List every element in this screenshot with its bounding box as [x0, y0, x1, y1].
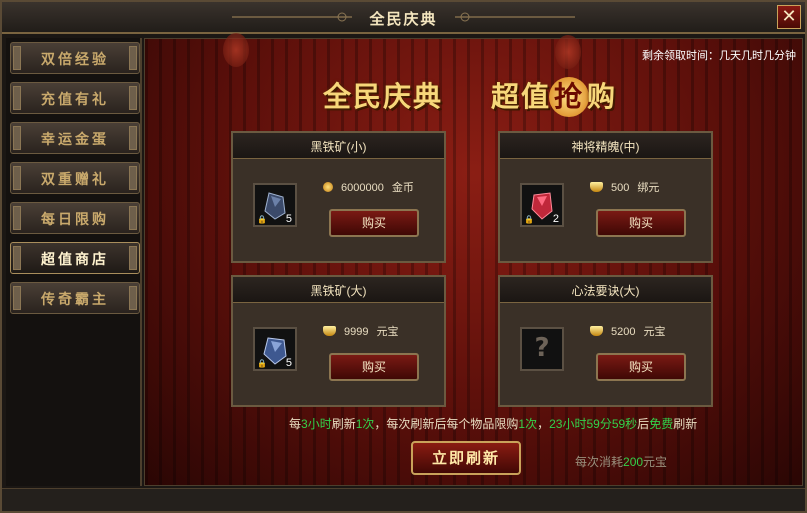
buy-button[interactable]: 购买: [596, 209, 686, 237]
banner-word: 超值: [491, 80, 552, 113]
buy-button[interactable]: 购买: [596, 353, 686, 381]
item-price: 500 绑元: [590, 179, 659, 195]
tab-cap-right: [129, 126, 137, 150]
tab-cap-right: [129, 46, 137, 70]
grab-badge: 抢: [549, 77, 590, 117]
item-slot[interactable]: 🔒 5: [253, 183, 297, 227]
tab-label: 超值商店: [41, 252, 109, 268]
sidebar: 双倍经验 充值有礼 幸运金蛋 双重赠礼 每日限购 超值商店 传奇霸主: [6, 38, 142, 486]
ingot-icon: [323, 326, 336, 336]
info-highlight: 1次: [355, 417, 375, 431]
refresh-timer: 23小时59分59秒: [549, 417, 638, 431]
item-slot[interactable]: ?: [520, 327, 564, 371]
cost-text: 元宝: [643, 455, 668, 469]
tab-cap-right: [129, 86, 137, 110]
item-slot[interactable]: 🔒 2: [520, 183, 564, 227]
title-ornament-right: [455, 12, 575, 22]
info-text: ，: [537, 417, 550, 431]
item-slot[interactable]: 🔒 5: [253, 327, 297, 371]
tab-cap-right: [129, 286, 137, 310]
close-button[interactable]: ✕: [777, 5, 801, 29]
game-window: 全民庆典 ✕ 双倍经验 充值有礼 幸运金蛋 双重赠礼 每日限购 超值商店 传奇霸…: [0, 0, 807, 513]
info-highlight: 1次: [518, 417, 538, 431]
price-amount: 9999: [344, 326, 369, 338]
item-name: 心法要诀(大): [571, 284, 640, 298]
tab-label: 每日限购: [41, 212, 109, 228]
tab-lucky-egg[interactable]: 幸运金蛋: [10, 122, 140, 154]
shop-item-card: 黑铁矿(大) 🔒 5 9999 元宝 购买: [231, 275, 446, 407]
card-header: 心法要诀(大): [500, 277, 711, 303]
tab-double-gift[interactable]: 双重赠礼: [10, 162, 140, 194]
info-text: 后: [637, 417, 650, 431]
item-name: 黑铁矿(大): [310, 284, 367, 298]
refresh-cost: 每次消耗200元宝: [575, 453, 667, 470]
tab-legend-overlord[interactable]: 传奇霸主: [10, 282, 140, 314]
unknown-item-icon: ?: [534, 333, 550, 363]
tab-cap-right: [129, 166, 137, 190]
info-text: 每: [289, 417, 302, 431]
price-currency: 元宝: [643, 326, 666, 338]
item-quantity: 2: [552, 213, 559, 225]
lantern-decoration: [555, 35, 581, 69]
card-header: 黑铁矿(小): [233, 133, 444, 159]
title-bar: 全民庆典 ✕: [2, 2, 805, 34]
banner-word: 购: [587, 80, 618, 113]
cost-amount: 200: [623, 455, 644, 469]
price-currency: 绑元: [637, 182, 660, 194]
tab-label: 双倍经验: [41, 52, 109, 68]
tab-value-shop[interactable]: 超值商店: [10, 242, 140, 274]
info-text: 刷新: [331, 417, 356, 431]
card-header: 黑铁矿(大): [233, 277, 444, 303]
bound-lock-icon: 🔒: [524, 215, 534, 224]
tab-label: 传奇霸主: [41, 292, 109, 308]
item-price: 9999 元宝: [323, 323, 398, 339]
banner-title-left: 全民庆典: [323, 80, 444, 113]
tab-cap-right: [129, 246, 137, 270]
refresh-now-button[interactable]: 立即刷新: [411, 441, 521, 475]
refresh-info-text: 每3小时刷新1次，每次刷新后每个物品限购1次，23小时59分59秒后免费刷新: [289, 415, 697, 432]
tab-label: 幸运金蛋: [41, 132, 109, 148]
shop-item-card: 心法要诀(大) ? 5200 元宝 购买: [498, 275, 713, 407]
price-amount: 6000000: [341, 182, 384, 194]
buy-button[interactable]: 购买: [329, 209, 419, 237]
tab-cap-right: [129, 206, 137, 230]
buy-button[interactable]: 购买: [329, 353, 419, 381]
ingot-icon: [590, 326, 603, 336]
price-amount: 500: [611, 182, 630, 194]
info-text: ，每次刷新后每个物品限购: [374, 417, 519, 431]
price-amount: 5200: [611, 326, 636, 338]
price-currency: 元宝: [376, 326, 399, 338]
item-name: 黑铁矿(小): [310, 140, 367, 154]
window-title: 全民庆典: [369, 10, 438, 28]
item-name: 神将精魄(中): [571, 140, 640, 154]
price-currency: 金币: [391, 182, 414, 194]
lantern-decoration: [223, 33, 249, 67]
countdown-text: 剩余领取时间：几天几时几分钟: [642, 50, 796, 62]
bound-lock-icon: 🔒: [257, 215, 267, 224]
tab-recharge-gift[interactable]: 充值有礼: [10, 82, 140, 114]
item-quantity: 5: [285, 213, 292, 225]
item-price: 6000000 金币: [323, 179, 414, 195]
info-text: 刷新: [673, 417, 698, 431]
shop-panel: 剩余领取时间：几天几时几分钟 全民庆典 超值抢购 黑铁矿(小) 🔒 5 6000…: [144, 33, 803, 486]
tab-double-exp[interactable]: 双倍经验: [10, 42, 140, 74]
shop-item-card: 黑铁矿(小) 🔒 5 6000000 金币 购买: [231, 131, 446, 263]
info-highlight: 免费: [649, 417, 674, 431]
banner-title-right: 超值抢购: [491, 75, 617, 117]
item-quantity: 5: [285, 357, 292, 369]
bound-lock-icon: 🔒: [257, 359, 267, 368]
shop-item-card: 神将精魄(中) 🔒 2 500 绑元 购买: [498, 131, 713, 263]
info-highlight: 3小时: [301, 417, 332, 431]
card-header: 神将精魄(中): [500, 133, 711, 159]
tab-label: 充值有礼: [41, 92, 109, 108]
gold-coin-icon: [323, 182, 333, 192]
item-price: 5200 元宝: [590, 323, 665, 339]
tab-daily-limit[interactable]: 每日限购: [10, 202, 140, 234]
footer-bar: [2, 488, 805, 511]
bound-ingot-icon: [590, 182, 603, 192]
tab-label: 双重赠礼: [41, 172, 109, 188]
cost-text: 每次消耗: [575, 455, 624, 469]
